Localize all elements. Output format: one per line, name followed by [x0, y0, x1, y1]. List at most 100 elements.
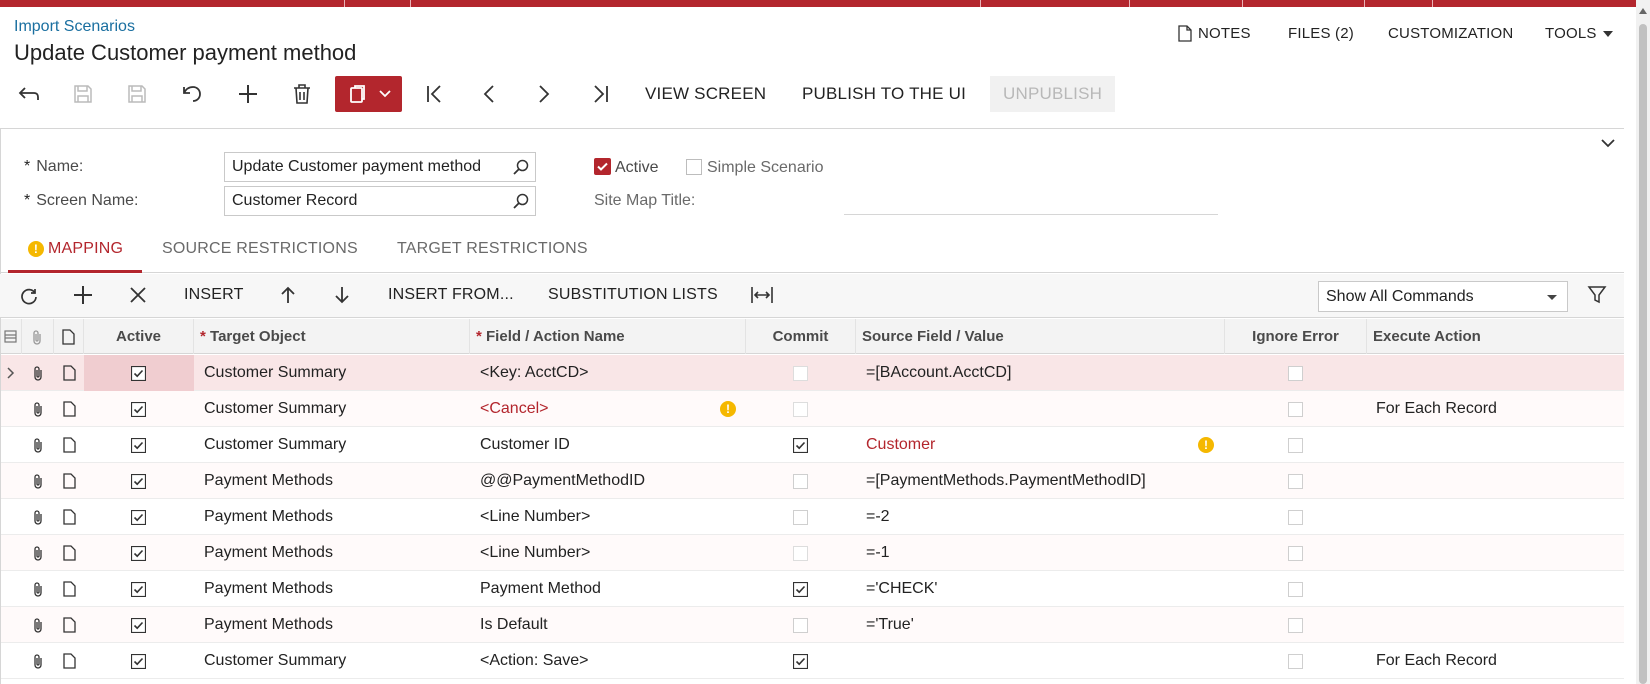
paperclip-icon[interactable] [32, 617, 44, 633]
table-row[interactable]: Payment Methods <Line Number> =-1 [0, 535, 1624, 571]
active-checkbox[interactable] [594, 158, 611, 175]
undo-button[interactable] [177, 76, 207, 112]
active-checkbox[interactable] [131, 546, 146, 561]
refresh-button[interactable] [18, 284, 40, 306]
search-icon[interactable] [513, 159, 529, 175]
ignore-error-checkbox[interactable] [1288, 546, 1303, 561]
field-action-cell[interactable]: <Key: AcctCD> [480, 355, 589, 391]
filter-button[interactable] [1586, 284, 1608, 306]
paperclip-icon[interactable] [32, 365, 44, 381]
unpublish-button[interactable]: UNPUBLISH [990, 76, 1116, 112]
previous-record-button[interactable] [474, 76, 504, 112]
columns-config-icon[interactable] [4, 330, 17, 343]
fit-columns-button[interactable] [751, 284, 773, 306]
ignore-error-checkbox[interactable] [1288, 654, 1303, 669]
commit-checkbox[interactable] [793, 474, 808, 489]
target-object-cell[interactable]: Payment Methods [204, 535, 333, 571]
source-field-cell[interactable]: =[PaymentMethods.PaymentMethodID] [866, 463, 1146, 499]
publish-button[interactable]: PUBLISH TO THE UI [802, 84, 966, 104]
ignore-error-checkbox[interactable] [1288, 438, 1303, 453]
scrollbar-thumb[interactable] [1639, 24, 1647, 684]
field-action-cell[interactable]: <Cancel> [480, 391, 549, 427]
document-icon[interactable] [63, 401, 76, 417]
source-field-cell[interactable]: =-1 [866, 535, 890, 571]
active-checkbox[interactable] [131, 618, 146, 633]
add-row-button[interactable] [72, 284, 94, 306]
table-row[interactable]: Customer Summary Customer ID Customer! [0, 427, 1624, 463]
active-checkbox[interactable] [131, 438, 146, 453]
field-action-cell[interactable]: @@PaymentMethodID [480, 463, 645, 499]
paperclip-icon[interactable] [32, 545, 44, 561]
move-up-button[interactable] [277, 284, 299, 306]
ignore-error-checkbox[interactable] [1288, 474, 1303, 489]
site-map-title-field[interactable] [844, 214, 1218, 215]
field-action-cell[interactable]: <Line Number> [480, 535, 590, 571]
save-close-button[interactable] [68, 76, 98, 112]
table-row[interactable]: Customer Summary <Action: Save> For Each R… [0, 643, 1624, 679]
delete-row-button[interactable] [127, 284, 149, 306]
document-icon[interactable] [63, 581, 76, 597]
commit-checkbox[interactable] [793, 438, 808, 453]
field-action-cell[interactable]: Is Default [480, 607, 548, 643]
document-icon[interactable] [63, 437, 76, 453]
commit-checkbox[interactable] [793, 402, 808, 417]
target-object-cell[interactable]: Payment Methods [204, 463, 333, 499]
commit-checkbox[interactable] [793, 510, 808, 525]
ignore-error-checkbox[interactable] [1288, 510, 1303, 525]
column-header-field-action[interactable]: * Field / Action Name [470, 319, 746, 354]
target-object-cell[interactable]: Customer Summary [204, 391, 346, 427]
field-action-cell[interactable]: <Action: Save> [480, 643, 589, 679]
active-checkbox[interactable] [131, 474, 146, 489]
target-object-cell[interactable]: Customer Summary [204, 643, 346, 679]
document-icon[interactable] [63, 653, 76, 669]
files-button[interactable]: FILES (2) [1288, 25, 1354, 42]
tab-mapping[interactable]: ! MAPPING [28, 240, 123, 258]
next-record-button[interactable] [529, 76, 559, 112]
insert-from-button[interactable]: INSERT FROM... [388, 286, 514, 304]
document-icon[interactable] [63, 365, 76, 381]
target-object-cell[interactable]: Customer Summary [204, 355, 346, 391]
ignore-error-checkbox[interactable] [1288, 582, 1303, 597]
first-record-button[interactable] [420, 76, 450, 112]
source-field-cell[interactable]: ='CHECK' [866, 571, 937, 607]
insert-button[interactable]: INSERT [184, 286, 244, 304]
customization-button[interactable]: CUSTOMIZATION [1388, 25, 1513, 42]
active-checkbox[interactable] [131, 402, 146, 417]
clipboard-button[interactable] [335, 76, 402, 112]
paperclip-icon[interactable] [32, 437, 44, 453]
paperclip-icon[interactable] [32, 581, 44, 597]
column-header-source-field[interactable]: Source Field / Value [856, 319, 1225, 354]
simple-scenario-checkbox[interactable] [686, 159, 702, 175]
breadcrumb[interactable]: Import Scenarios [14, 18, 135, 36]
name-field[interactable]: Update Customer payment method [224, 152, 536, 182]
commit-checkbox[interactable] [793, 366, 808, 381]
field-action-cell[interactable]: Payment Method [480, 571, 601, 607]
scroll-up-icon[interactable] [1639, 8, 1647, 14]
table-row[interactable]: Payment Methods <Line Number> =-2 [0, 499, 1624, 535]
ignore-error-checkbox[interactable] [1288, 618, 1303, 633]
ignore-error-checkbox[interactable] [1288, 402, 1303, 417]
view-screen-button[interactable]: VIEW SCREEN [645, 84, 766, 104]
screen-name-field[interactable]: Customer Record [224, 186, 536, 216]
source-field-cell[interactable]: Customer [866, 427, 935, 463]
ignore-error-checkbox[interactable] [1288, 366, 1303, 381]
source-field-cell[interactable]: ='True' [866, 607, 914, 643]
last-record-button[interactable] [585, 76, 615, 112]
commit-checkbox[interactable] [793, 546, 808, 561]
active-checkbox[interactable] [131, 582, 146, 597]
document-icon[interactable] [63, 509, 76, 525]
target-object-cell[interactable]: Payment Methods [204, 499, 333, 535]
target-object-cell[interactable]: Payment Methods [204, 607, 333, 643]
save-button[interactable] [122, 76, 152, 112]
active-checkbox[interactable] [131, 510, 146, 525]
table-row[interactable]: Payment Methods @@PaymentMethodID =[Paymen… [0, 463, 1624, 499]
document-icon[interactable] [63, 617, 76, 633]
collapse-icon[interactable] [1601, 139, 1615, 148]
move-down-button[interactable] [331, 284, 353, 306]
table-row[interactable]: Customer Summary <Cancel>! For Each Record [0, 391, 1624, 427]
column-header-commit[interactable]: Commit [746, 319, 856, 354]
paperclip-icon[interactable] [32, 653, 44, 669]
field-action-cell[interactable]: <Line Number> [480, 499, 590, 535]
source-field-cell[interactable]: =[BAccount.AcctCD] [866, 355, 1011, 391]
document-icon[interactable] [63, 473, 76, 489]
